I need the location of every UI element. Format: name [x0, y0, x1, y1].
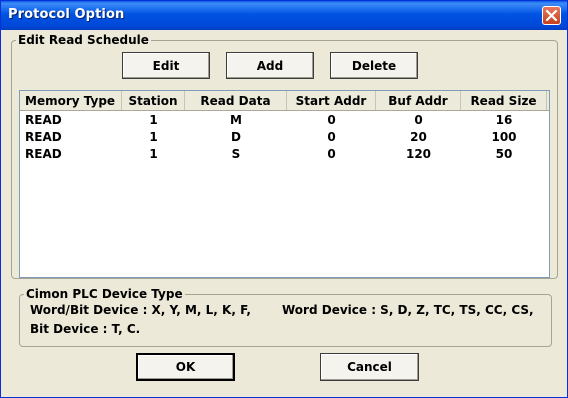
- title-bar[interactable]: Protocol Option: [1, 1, 567, 30]
- edit-read-schedule-label: Edit Read Schedule: [18, 33, 149, 47]
- list-body: READ 1 M 0 0 16 READ 1 D 0 20 100 READ 1 S 0 120 50: [20, 111, 549, 162]
- table-cell: M: [230, 112, 242, 127]
- close-button[interactable]: [542, 6, 561, 25]
- table-cell: 1: [149, 112, 158, 127]
- column-header[interactable]: Memory Type: [20, 91, 122, 110]
- table-cell: 1: [149, 146, 158, 161]
- table-cell: 120: [405, 146, 432, 161]
- table-cell: D: [231, 129, 241, 144]
- bit-device-text: Bit Device : T, C.: [30, 322, 141, 336]
- column-header[interactable]: Read Size: [461, 91, 547, 110]
- table-cell: 0: [327, 129, 336, 144]
- table-cell: 20: [410, 129, 427, 144]
- add-button[interactable]: Add: [226, 52, 314, 79]
- column-header[interactable]: Read Data: [185, 91, 287, 110]
- read-schedule-list[interactable]: Memory Type Station Read Data Start Addr Buf…: [19, 90, 550, 278]
- list-header: Memory Type Station Read Data Start Addr Buf…: [20, 91, 549, 111]
- table-cell: 16: [495, 112, 513, 127]
- ok-button[interactable]: OK: [136, 353, 235, 381]
- table-cell: 0: [414, 112, 423, 127]
- table-cell: 100: [491, 129, 517, 144]
- cimon-plc-device-type-group: Cimon PLC Device Type: [19, 287, 552, 347]
- edit-button[interactable]: Edit: [122, 52, 210, 79]
- table-cell: 50: [495, 146, 513, 161]
- column-header[interactable]: Buf Addr: [376, 91, 461, 110]
- table-cell: 0: [327, 146, 336, 161]
- word-device-text: Word Device : S, D, Z, TC, TS, CC, CS,: [282, 303, 534, 317]
- table-cell: S: [231, 146, 241, 161]
- protocol-option-dialog: Protocol Option Edit Read Schedule Edit …: [0, 0, 568, 398]
- cancel-button[interactable]: Cancel: [320, 353, 419, 381]
- column-header[interactable]: Station: [122, 91, 185, 110]
- device-type-label: Cimon PLC Device Type: [26, 287, 183, 301]
- table-row[interactable]: READ 1 S 0 120 50: [20, 145, 549, 162]
- table-row[interactable]: READ 1 M 0 0 16: [20, 111, 549, 128]
- close-icon: [545, 9, 558, 22]
- column-header[interactable]: Start Addr: [287, 91, 376, 110]
- table-cell: READ: [25, 146, 62, 161]
- table-cell: 0: [327, 112, 336, 127]
- delete-button[interactable]: Delete: [330, 52, 418, 79]
- table-row[interactable]: READ 1 D 0 20 100: [20, 128, 549, 145]
- window-title: Protocol Option: [8, 7, 125, 22]
- table-cell: READ: [25, 112, 62, 127]
- table-cell: 1: [149, 129, 158, 144]
- table-cell: READ: [25, 129, 62, 144]
- word-bit-device-text: Word/Bit Device : X, Y, M, L, K, F,: [30, 303, 251, 317]
